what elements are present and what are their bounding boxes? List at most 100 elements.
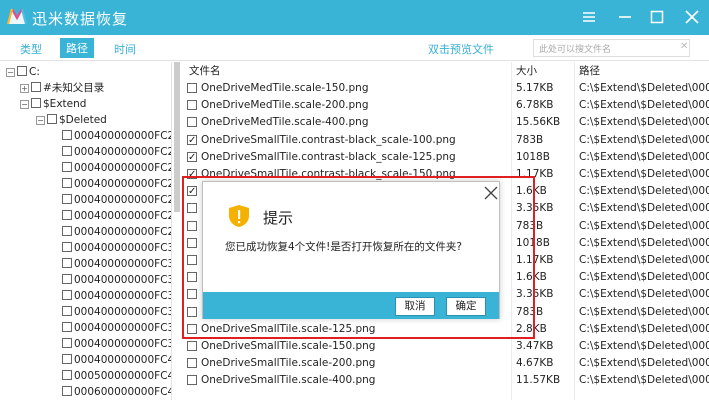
tree-node-item[interactable]: 000400000000FC235 xyxy=(62,128,171,144)
table-row[interactable]: OneDriveSmallTile.scale-400.png 11.57KB C:… xyxy=(181,372,709,389)
checkbox[interactable] xyxy=(62,146,72,156)
checkbox[interactable] xyxy=(187,358,197,369)
checkbox[interactable] xyxy=(187,272,197,283)
tree-node-item[interactable]: 000400000000FC2D5 xyxy=(62,208,171,224)
checkbox[interactable] xyxy=(62,130,72,140)
tree-node-unknown[interactable]: + #未知父目录 xyxy=(20,80,104,96)
tab-type[interactable]: 类型 xyxy=(20,41,42,57)
column-header-size[interactable]: 大小 xyxy=(516,62,537,80)
tree-node-deleted[interactable]: − $Deleted xyxy=(36,112,107,128)
dblclick-preview-link[interactable]: 双击预览文件 xyxy=(428,41,494,57)
tree-node-item[interactable]: 000400000000FC2F1 xyxy=(62,224,171,240)
table-row[interactable]: OneDriveSmallTile.contrast-black_scale-1… xyxy=(181,149,709,166)
checkbox-checked[interactable] xyxy=(187,132,197,149)
tree-node-item[interactable]: 000400000000FC393 xyxy=(62,304,171,320)
checkbox[interactable] xyxy=(62,290,72,300)
table-row[interactable]: OneDriveSmallTile.scale-150.png 3.47KB C:\… xyxy=(181,338,709,355)
collapse-icon[interactable]: − xyxy=(36,116,45,125)
expand-icon[interactable]: + xyxy=(20,84,29,93)
checkbox[interactable] xyxy=(62,162,72,172)
close-icon[interactable] xyxy=(483,185,499,201)
tree-scrollbar[interactable] xyxy=(174,62,180,212)
checkbox[interactable] xyxy=(62,210,72,220)
checkbox[interactable] xyxy=(47,114,57,124)
tree-node-item[interactable]: 000500000000FC427 xyxy=(62,368,171,384)
column-header-name[interactable]: 文件名 xyxy=(189,62,221,80)
checkbox[interactable] xyxy=(187,323,197,334)
table-row[interactable]: OneDriveMedTile.scale-400.png 15.56KB C:\$… xyxy=(181,114,709,131)
checkbox[interactable] xyxy=(187,83,197,93)
menu-icon[interactable] xyxy=(577,5,601,29)
checkbox[interactable] xyxy=(62,242,72,252)
checkbox[interactable] xyxy=(187,220,197,231)
checkbox[interactable] xyxy=(187,100,197,111)
tree-node-item[interactable]: 000400000000FC404 xyxy=(62,352,171,368)
checkbox[interactable] xyxy=(62,258,72,268)
checkbox-checked[interactable] xyxy=(187,149,197,166)
tree-node-item[interactable]: 000400000000FC357 xyxy=(62,272,171,288)
table-row[interactable]: OneDriveMedTile.scale-200.png 6.78KB C:\$E… xyxy=(181,97,709,114)
tree-node-item[interactable]: 000400000000FC3B2 xyxy=(62,320,171,336)
tree-node-label: 000400000000FC404 xyxy=(74,354,171,366)
table-row[interactable]: OneDriveMedTile.scale-150.png 5.17KB C:\$E… xyxy=(181,80,709,97)
table-row[interactable]: OneDriveSmallTile.contrast-black_scale-1… xyxy=(181,132,709,149)
file-size: 783B xyxy=(516,219,544,232)
checkbox[interactable] xyxy=(187,289,197,300)
file-name: OneDriveSmallTile.scale-150.png xyxy=(201,340,376,352)
tree-node-item[interactable]: 000600000000FC472 xyxy=(62,384,171,400)
checkbox[interactable] xyxy=(62,322,72,332)
maximize-icon[interactable] xyxy=(645,5,669,29)
tree-node-item[interactable]: 000400000000FC331 xyxy=(62,256,171,272)
table-row[interactable]: OneDriveSmallTile.scale-125.png 2.8KB C:\$… xyxy=(181,321,709,338)
ok-button[interactable]: 确定 xyxy=(446,297,486,316)
checkbox[interactable] xyxy=(62,274,72,284)
checkbox[interactable] xyxy=(187,306,197,317)
tree-node-item[interactable]: 000400000000FC253 xyxy=(62,144,171,160)
checkbox[interactable] xyxy=(62,178,72,188)
checkbox[interactable] xyxy=(17,66,27,76)
checkbox[interactable] xyxy=(31,98,41,108)
checkbox[interactable] xyxy=(187,237,197,248)
collapse-icon[interactable]: − xyxy=(6,68,15,77)
checkbox-checked[interactable] xyxy=(187,166,197,183)
close-icon[interactable] xyxy=(680,5,704,29)
file-name: OneDriveSmallTile.scale-125.png xyxy=(201,322,376,335)
checkbox[interactable] xyxy=(187,375,197,386)
tree-node-item[interactable]: 000400000000FC2B7 xyxy=(62,192,171,208)
checkbox[interactable] xyxy=(62,370,72,380)
checkbox[interactable] xyxy=(62,226,72,236)
search-input[interactable]: 此处可以搜文件名 xyxy=(533,39,690,57)
checkbox[interactable] xyxy=(62,338,72,348)
table-row[interactable]: OneDriveSmallTile.scale-200.png 4.67KB C:\… xyxy=(181,355,709,372)
checkbox[interactable] xyxy=(187,203,197,214)
tree-node-item[interactable]: 000400000000FC270 xyxy=(62,160,171,176)
checkbox[interactable] xyxy=(62,306,72,316)
file-path: C:\$Extend\$Deleted\000 xyxy=(579,116,709,129)
tree-node-item[interactable]: 000400000000FC292 xyxy=(62,176,171,192)
minimize-icon[interactable] xyxy=(613,5,637,29)
search-clear-icon[interactable]: ✕ xyxy=(680,41,688,52)
column-header-path[interactable]: 路径 xyxy=(579,62,600,80)
file-size: 3.35KB xyxy=(516,288,554,301)
tree-node-label: 000400000000FC2F1 xyxy=(74,226,171,238)
file-path: C:\$Extend\$Deleted\000 xyxy=(579,150,709,163)
tree-node-item[interactable]: 000400000000FC315 xyxy=(62,240,171,256)
tree-node-item[interactable]: 000400000000FC3D1 xyxy=(62,336,171,352)
checkbox[interactable] xyxy=(62,386,72,396)
dialog-title: 提示 xyxy=(263,209,294,227)
checkbox[interactable] xyxy=(187,255,197,265)
checkbox[interactable] xyxy=(62,194,72,204)
cancel-button[interactable]: 取消 xyxy=(395,297,435,316)
file-size: 15.56KB xyxy=(516,116,561,129)
checkbox-checked[interactable] xyxy=(187,183,197,200)
tab-time[interactable]: 时间 xyxy=(114,41,136,57)
checkbox[interactable] xyxy=(31,82,41,92)
tree-node-item[interactable]: 000400000000FC373 xyxy=(62,288,171,304)
checkbox[interactable] xyxy=(62,354,72,364)
tree-node-extend[interactable]: − $Extend xyxy=(20,96,86,112)
tree-node-root[interactable]: − C: xyxy=(6,64,40,80)
collapse-icon[interactable]: − xyxy=(20,100,29,109)
checkbox[interactable] xyxy=(187,117,197,128)
checkbox[interactable] xyxy=(187,341,197,351)
tab-path[interactable]: 路径 xyxy=(60,38,94,58)
